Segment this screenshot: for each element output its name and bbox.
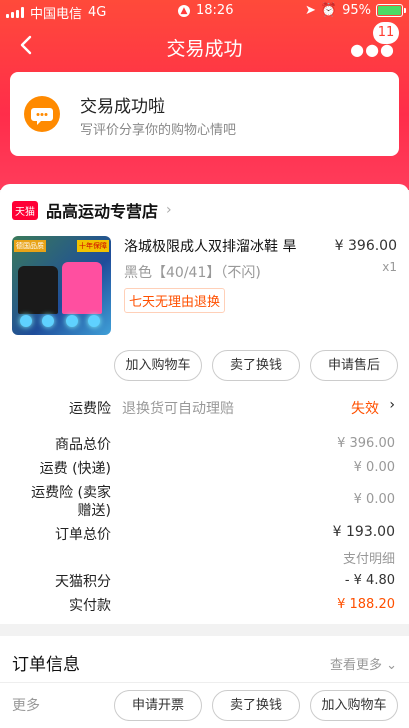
shop-header[interactable]: 天猫 品高运动专营店 › [12, 198, 172, 222]
summary-label: 订单总价 [55, 527, 111, 543]
more-actions[interactable]: 更多 [12, 695, 40, 715]
add-to-cart-button-bottom[interactable]: 加入购物车 [310, 690, 398, 721]
chevron-down-icon: ⌄ [386, 658, 397, 673]
chevron-right-icon: › [389, 397, 395, 413]
insurance-label: 运费险 [69, 401, 111, 417]
view-more-link[interactable]: 查看更多 ⌄ [330, 654, 397, 673]
after-sale-button[interactable]: 申请售后 [310, 350, 398, 381]
more-menu-icon[interactable]: ●●● [350, 40, 395, 59]
shop-name: 品高运动专营店 [46, 202, 159, 221]
signal-icon [6, 7, 24, 18]
location-icon: ➤ [305, 3, 316, 18]
invoice-button[interactable]: 申请开票 [114, 690, 202, 721]
insurance-desc: 退换货可自动理赔 [122, 401, 234, 417]
chevron-right-icon: › [166, 202, 172, 218]
battery-icon [376, 4, 406, 17]
alarm-clock-icon: ⏰ [320, 3, 338, 18]
status-bar: 中国电信 4G ▲ 18:26 ➤ ⏰ 95% [0, 0, 409, 22]
carrier: 中国电信 [30, 7, 83, 22]
page-title: 交易成功 [166, 38, 243, 60]
chat-bubble-icon [24, 96, 60, 132]
summary-label: 商品总价 [55, 437, 111, 453]
summary-label-cont: 赠送) [77, 503, 111, 519]
order-card: 天猫 品高运动专营店 › 德国品质 十年保障 洛城极限成人双排溜冰鞋 旱 黑色【… [0, 184, 409, 624]
product-name[interactable]: 洛城极限成人双排溜冰鞋 旱 [124, 236, 324, 256]
product-price: ¥ 396.00 [334, 238, 397, 254]
clock: 18:26 [196, 3, 234, 18]
order-info-title: 订单信息 [12, 655, 80, 675]
summary-value: ¥ 0.00 [353, 492, 395, 507]
resell-button-bottom[interactable]: 卖了换钱 [212, 690, 300, 721]
add-to-cart-button[interactable]: 加入购物车 [114, 350, 202, 381]
summary-value: ¥ 396.00 [337, 436, 395, 451]
summary-label: 天猫积分 [55, 574, 111, 590]
return-policy-tag: 七天无理由退换 [124, 288, 226, 313]
success-card[interactable]: 交易成功啦 写评价分享你的购物心情吧 [10, 72, 399, 156]
skate-pink-image [62, 262, 102, 314]
payment-details-link[interactable]: 支付明细 [343, 548, 395, 567]
success-heading: 交易成功啦 [80, 97, 165, 117]
nav-bar: 交易成功 11 ●●● [0, 22, 409, 70]
summary-value: - ¥ 4.80 [344, 573, 395, 588]
order-total-value: ¥ 193.00 [332, 524, 395, 540]
summary-label: 实付款 [69, 598, 111, 614]
bottom-action-bar: 更多 申请开票 卖了换钱 加入购物车 [0, 682, 409, 728]
resell-button[interactable]: 卖了换钱 [212, 350, 300, 381]
paid-amount-value: ¥ 188.20 [337, 597, 395, 612]
product-sku: 黑色【40/41】（不闪) [124, 265, 261, 281]
insurance-status[interactable]: 失效 [351, 398, 379, 418]
alarm-icon: ▲ [178, 4, 190, 17]
summary-value: ¥ 0.00 [353, 460, 395, 475]
thumb-tag-right: 十年保障 [77, 240, 109, 252]
tmall-tag: 天猫 [12, 200, 38, 220]
order-info-section: 订单信息 查看更多 ⌄ [0, 636, 409, 686]
summary-label: 运费险 (卖家 [31, 485, 111, 501]
battery-percent: 95% [342, 3, 371, 18]
thumb-tag-left: 德国品质 [14, 240, 46, 252]
success-subtext: 写评价分享你的购物心情吧 [80, 123, 237, 138]
view-more-label: 查看更多 [329, 658, 382, 673]
network-type: 4G [88, 5, 107, 20]
skate-black-image [18, 266, 58, 314]
summary-label: 运费 (快递) [39, 461, 111, 477]
product-quantity: x1 [382, 260, 397, 274]
product-thumbnail[interactable]: 德国品质 十年保障 [12, 236, 111, 335]
